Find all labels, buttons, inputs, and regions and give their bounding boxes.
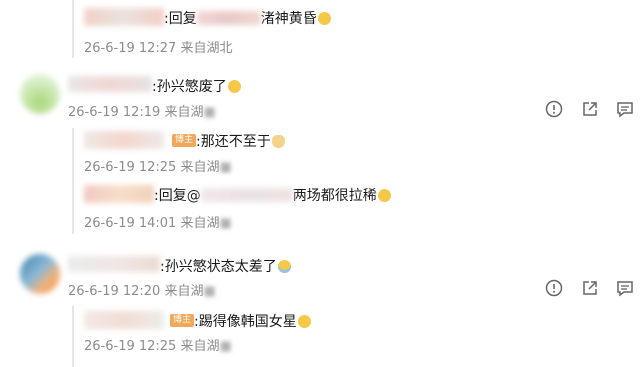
avatar-blurred [84,8,164,26]
comment-icon[interactable] [615,99,635,119]
comment-content: :孙兴慜状态太差了 [160,256,291,276]
mention-blurred [196,11,261,25]
avatar-blurred [84,131,164,149]
laugh-emoji [227,80,241,93]
username-blurred[interactable] [68,256,160,272]
report-icon[interactable] [544,99,564,119]
report-icon[interactable] [544,278,564,298]
thread-line [72,306,74,367]
commenter-avatar[interactable] [20,74,60,114]
blogger-badge: 博主 [170,314,195,327]
avatar-blurred [84,311,164,329]
comment-meta: 26-6-19 12:19 来自湖■ [68,105,216,120]
reply-content: :踢得像韩国女星 [194,311,311,331]
username-blurred[interactable] [68,76,152,92]
reply-meta: 26-6-19 14:01 来自湖■ [84,216,232,231]
reply-meta: 26-6-19 12:25 来自湖■ [84,160,232,175]
reply-content: :回复@ 两场都很拉稀 [154,185,391,205]
commenter-avatar[interactable] [20,254,60,294]
avatar-blurred [84,185,154,203]
thread-line [72,128,74,234]
sweat-emoji [277,260,291,273]
comment-icon[interactable] [615,278,635,298]
blogger-badge: 博主 [172,134,197,147]
reply-meta: 26-6-19 12:25 来自湖■ [84,339,232,354]
laugh-emoji [297,315,311,328]
comment-meta: 26-6-19 12:20 来自湖■ [68,284,216,299]
share-icon[interactable] [580,99,600,119]
mention-blurred [200,188,293,202]
share-icon[interactable] [580,278,600,298]
cat-emoji [271,135,285,148]
reply-content: :回复 渚神黄昏 [164,8,331,28]
comment-content: :孙兴慜废了 [152,76,241,96]
smile-emoji [317,12,331,25]
reply-meta: 26-6-19 12:27 来自湖北 [84,41,233,56]
laugh-emoji [377,189,391,202]
reply-content: :那还不至于 [196,131,285,151]
thread-line [72,0,74,58]
